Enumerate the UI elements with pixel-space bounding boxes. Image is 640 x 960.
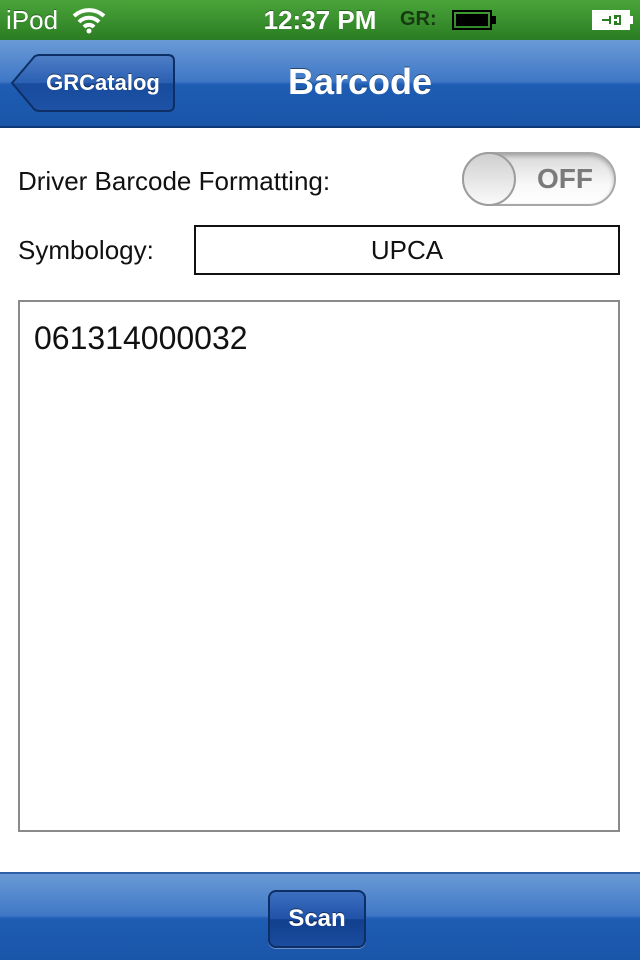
back-button-label: GRCatalog <box>46 70 160 95</box>
gr-label: GR: <box>400 8 437 30</box>
back-button[interactable]: GRCatalog <box>10 54 176 112</box>
toggle-knob <box>462 152 516 206</box>
formatting-toggle[interactable]: OFF <box>462 152 616 206</box>
barcode-value: 061314000032 <box>34 320 248 356</box>
navigation-bar: GRCatalog Barcode <box>0 40 640 128</box>
formatting-label: Driver Barcode Formatting: <box>18 166 331 196</box>
status-time: 12:37 PM <box>263 5 377 35</box>
status-bar: iPod 12:37 PM GR: <box>0 0 640 40</box>
gr-battery-icon <box>452 10 498 30</box>
barcode-text-area[interactable]: 061314000032 <box>18 300 620 832</box>
device-battery-icon <box>592 10 634 30</box>
toggle-state-text: OFF <box>537 163 593 194</box>
page-title: Barcode <box>287 61 433 102</box>
scan-button[interactable]: Scan <box>268 890 366 948</box>
bottom-toolbar: Scan <box>0 872 640 960</box>
symbology-field[interactable]: UPCA <box>194 225 620 275</box>
symbology-label: Symbology: <box>18 235 154 265</box>
